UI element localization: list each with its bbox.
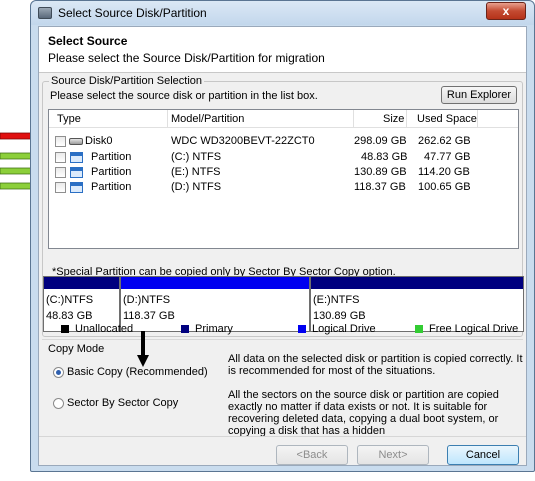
legend-swatch <box>181 325 189 333</box>
legend-label: Logical Drive <box>312 323 376 335</box>
sector-copy-label[interactable]: Sector By Sector Copy <box>67 397 178 409</box>
table-row[interactable]: Partition (D:) NTFS 118.37 GB 100.65 GB <box>49 180 518 195</box>
row-type: Partition <box>91 181 132 193</box>
legend-swatch <box>298 325 306 333</box>
basic-copy-description: All data on the selected disk or partiti… <box>228 353 523 377</box>
window-title: Select Source Disk/Partition <box>58 6 207 20</box>
disk-list[interactable]: Type Model/Partition Size Used Space Dis… <box>48 109 519 249</box>
segment-size: 48.83 GB <box>46 310 93 322</box>
primary-bar <box>311 277 523 289</box>
segment-size: 118.37 GB <box>123 310 175 322</box>
legend-label: Primary <box>195 323 233 335</box>
table-row[interactable]: Partition (E:) NTFS 130.89 GB 114.20 GB <box>49 165 518 180</box>
legend-swatch <box>415 325 423 333</box>
row-checkbox[interactable] <box>55 136 66 147</box>
partition-icon <box>70 152 83 163</box>
next-button[interactable]: Next> <box>357 445 429 465</box>
dialog-window: Select Source Disk/Partition x Select So… <box>30 0 535 472</box>
page-title: Select Source <box>48 34 128 48</box>
cancel-button[interactable]: Cancel <box>447 445 519 465</box>
black-arrow-icon <box>137 331 149 367</box>
group-label: Source Disk/Partition Selection <box>49 75 205 87</box>
column-model[interactable]: Model/Partition <box>171 113 244 125</box>
row-type: Partition <box>91 151 132 163</box>
column-type[interactable]: Type <box>57 113 81 125</box>
row-checkbox[interactable] <box>55 167 66 178</box>
column-used-space[interactable]: Used Space <box>417 113 477 125</box>
app-icon <box>38 7 52 19</box>
sector-copy-description: All the sectors on the source disk or pa… <box>228 389 499 437</box>
segment-size: 130.89 GB <box>313 310 366 322</box>
column-size[interactable]: Size <box>383 113 404 125</box>
back-button[interactable]: <Back <box>276 445 348 465</box>
list-header: Type Model/Partition Size Used Space <box>49 110 518 128</box>
basic-copy-radio[interactable] <box>53 367 64 378</box>
row-size: 298.09 GB <box>354 135 407 147</box>
button-bar: <Back Next> Cancel <box>39 436 526 466</box>
row-size: 48.83 GB <box>361 151 408 163</box>
run-explorer-button[interactable]: Run Explorer <box>441 86 517 104</box>
row-used: 114.20 GB <box>418 166 470 178</box>
instruction-text: Please select the source disk or partiti… <box>50 90 318 102</box>
page-subtitle: Please select the Source Disk/Partition … <box>48 51 325 65</box>
row-model: (D:) NTFS <box>171 181 222 193</box>
row-used: 262.62 GB <box>418 135 471 147</box>
segment-label: (D:)NTFS <box>123 294 171 306</box>
row-size: 118.37 GB <box>354 181 406 193</box>
row-checkbox[interactable] <box>55 182 66 193</box>
row-size: 130.89 GB <box>354 166 407 178</box>
row-type: Partition <box>91 166 132 178</box>
copy-mode-label: Copy Mode <box>48 343 105 355</box>
row-model: WDC WD3200BEVT-22ZCT0 <box>171 135 315 147</box>
row-model: (E:) NTFS <box>171 166 221 178</box>
dialog-body: Select Source Please select the Source D… <box>38 26 527 466</box>
partition-icon <box>70 182 83 193</box>
legend-label: Free Logical Drive <box>429 323 519 335</box>
title-bar: Select Source Disk/Partition x <box>31 1 534 25</box>
legend-label: Unallocated <box>75 323 134 335</box>
row-checkbox[interactable] <box>55 152 66 163</box>
table-row[interactable]: Disk0 WDC WD3200BEVT-22ZCT0 298.09 GB 26… <box>49 134 518 149</box>
sector-copy-radio[interactable] <box>53 398 64 409</box>
row-used: 100.65 GB <box>418 181 471 193</box>
disk-icon <box>69 138 83 145</box>
source-selection-group: Source Disk/Partition Selection Please s… <box>42 75 524 337</box>
segment-label: (C:)NTFS <box>46 294 94 306</box>
table-row[interactable]: Partition (C:) NTFS 48.83 GB 47.77 GB <box>49 150 518 165</box>
header-panel: Select Source Please select the Source D… <box>39 27 526 73</box>
logical-bar <box>121 277 309 289</box>
close-button[interactable]: x <box>486 2 526 20</box>
legend-swatch <box>61 325 69 333</box>
row-type: Disk0 <box>85 135 113 147</box>
row-model: (C:) NTFS <box>171 151 222 163</box>
segment-label: (E:)NTFS <box>313 294 360 306</box>
partition-icon <box>70 167 83 178</box>
row-used: 47.77 GB <box>424 151 471 163</box>
basic-copy-label[interactable]: Basic Copy (Recommended) <box>67 366 208 378</box>
primary-bar <box>44 277 119 289</box>
